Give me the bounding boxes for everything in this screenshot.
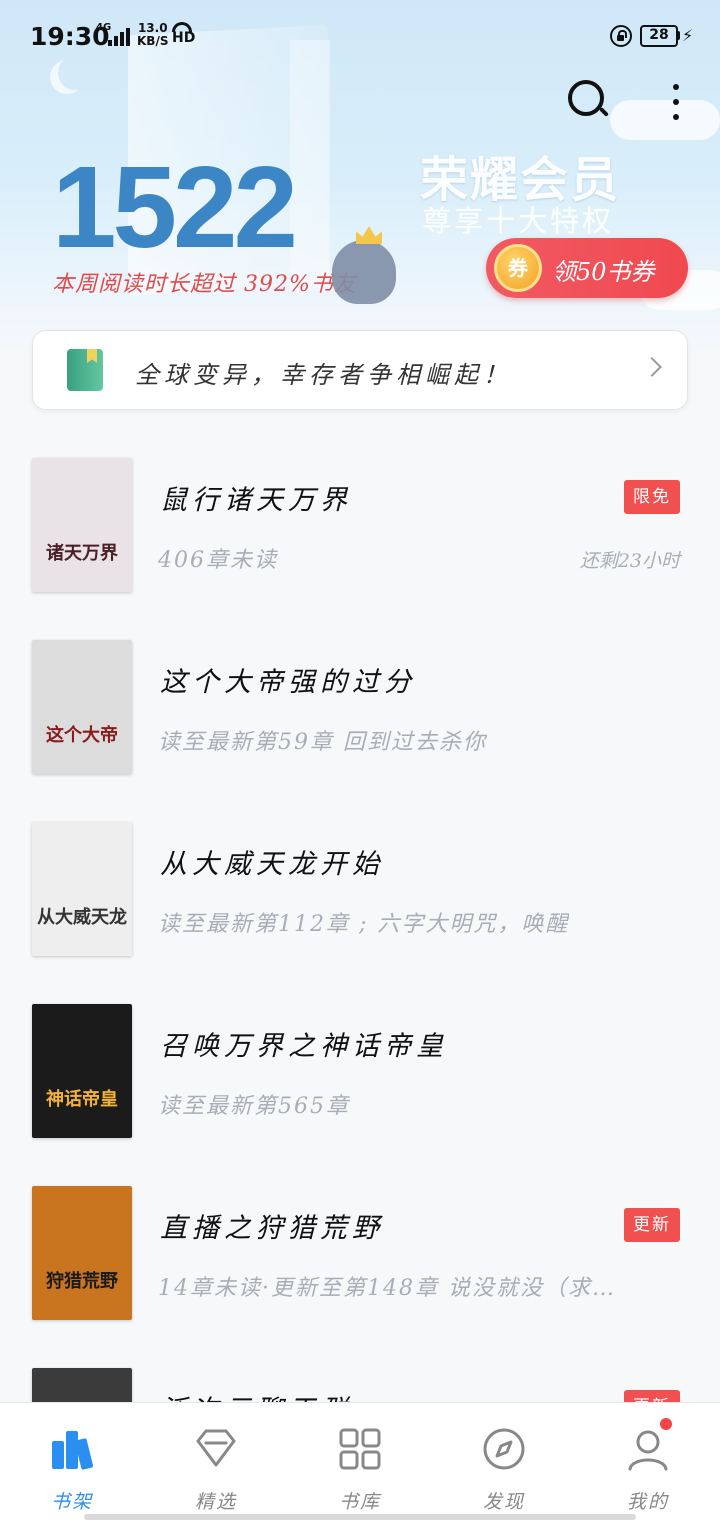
book-title: 直播之狩猎荒野 xyxy=(160,1213,384,1244)
time-remaining: 还剩23小时 xyxy=(579,550,680,572)
bottom-tab-bar: 书架 精选 书库 发现 我的 xyxy=(0,1402,720,1520)
bookshelf-icon xyxy=(52,1431,94,1470)
compass-icon xyxy=(483,1428,525,1470)
tab-label: 精选 xyxy=(194,1491,237,1513)
tab-label: 我的 xyxy=(626,1491,669,1513)
signal-icon xyxy=(108,28,132,46)
coupon-icon: 券 xyxy=(494,244,542,292)
hd-label: HD xyxy=(172,30,196,46)
book-cover-title: 诸天万界 xyxy=(46,543,118,564)
crown-icon xyxy=(356,226,382,244)
more-options-button[interactable] xyxy=(664,80,688,124)
claim-coupon-button[interactable]: 券 领50书券 xyxy=(486,238,688,298)
more-dot-icon xyxy=(673,84,679,90)
book-cover[interactable]: 神话帝皇 xyxy=(32,1004,132,1138)
book-status-badge: 限免 xyxy=(624,480,680,514)
book-status-badge: 更新 xyxy=(624,1208,680,1242)
book-cover[interactable]: 从大威天龙 xyxy=(32,822,132,956)
book-cover[interactable]: 这个大帝 xyxy=(32,640,132,774)
book-row[interactable]: 诸天万界 鼠行诸天万界 406章未读 限免还剩23小时 xyxy=(0,440,720,622)
book-cover[interactable]: 诸天万界 xyxy=(32,458,132,592)
book-cover-title: 狩猎荒野 xyxy=(46,1271,118,1292)
book-progress: 读至最新第565章 xyxy=(158,1094,350,1119)
book-row[interactable]: 从大威天龙 从大威天龙开始读至最新第112章 ; 六字大明咒，唤醒 xyxy=(0,804,720,986)
tab-label: 书库 xyxy=(338,1491,381,1513)
speed-unit: KB/S xyxy=(137,34,169,48)
tab-library[interactable]: 书库 xyxy=(288,1403,432,1520)
tab-featured[interactable]: 精选 xyxy=(144,1403,288,1520)
tab-discover[interactable]: 发现 xyxy=(432,1403,576,1520)
book-icon xyxy=(67,349,103,391)
book-cover-title: 从大威天龙 xyxy=(37,907,127,928)
chevron-right-icon xyxy=(642,357,662,377)
book-progress: 读至最新第59章 回到过去杀你 xyxy=(158,730,487,755)
book-title: 这个大帝强的过分 xyxy=(160,667,416,698)
book-title: 召唤万界之神话帝皇 xyxy=(160,1031,448,1062)
book-progress: 14章未读·更新至第148章 说没就没（求… xyxy=(158,1276,616,1301)
search-icon xyxy=(568,80,604,116)
tab-label: 书架 xyxy=(50,1491,93,1513)
coupon-label: 领50书券 xyxy=(552,258,655,286)
book-cover[interactable]: 狩猎荒野 xyxy=(32,1186,132,1320)
banner-text: 全球变异，幸存者争相崛起！ xyxy=(135,361,512,389)
charging-icon: ⚡ xyxy=(682,26,694,45)
book-title: 从大威天龙开始 xyxy=(160,849,384,880)
status-bar: 19:30 4G 13.0 KB/S HD 28 ⚡ xyxy=(0,0,720,72)
grid-icon xyxy=(339,1428,381,1470)
battery-level: 28 xyxy=(640,25,678,47)
vip-subtitle: 尊享十大特权 xyxy=(422,204,615,238)
home-indicator[interactable] xyxy=(84,1514,636,1520)
more-dot-icon xyxy=(673,114,679,120)
rotation-lock-icon xyxy=(610,25,632,47)
book-title: 鼠行诸天万界 xyxy=(160,485,352,516)
reading-stat-text: 本周阅读时长超过 392%书友 xyxy=(52,272,357,297)
weekly-reading-minutes[interactable]: 1522 xyxy=(52,140,298,274)
book-cover-title: 这个大帝 xyxy=(46,725,118,746)
tab-label: 发现 xyxy=(482,1491,525,1513)
book-row[interactable]: 神话帝皇 召唤万界之神话帝皇读至最新第565章 xyxy=(0,986,720,1168)
book-cover-title: 神话帝皇 xyxy=(46,1089,118,1110)
decorative-book-spine xyxy=(290,40,330,290)
notification-dot xyxy=(658,1416,674,1432)
diamond-icon xyxy=(196,1429,236,1467)
promo-banner[interactable]: 全球变异，幸存者争相崛起！ xyxy=(32,330,688,410)
tab-bookshelf[interactable]: 书架 xyxy=(0,1403,144,1520)
book-progress: 读至最新第112章 ; 六字大明咒，唤醒 xyxy=(158,912,570,937)
hd-voice-indicator: HD xyxy=(172,22,196,46)
book-progress: 406章未读 xyxy=(158,548,278,573)
book-row[interactable]: 这个大帝 这个大帝强的过分读至最新第59章 回到过去杀你 xyxy=(0,622,720,804)
battery-tip xyxy=(677,31,680,40)
tab-profile[interactable]: 我的 xyxy=(576,1403,720,1520)
search-icon-handle xyxy=(599,107,609,117)
book-row[interactable]: 狩猎荒野 直播之狩猎荒野 14章未读·更新至第148章 说没就没（求… 更新 xyxy=(0,1168,720,1350)
user-icon xyxy=(628,1430,668,1471)
search-button[interactable] xyxy=(566,78,610,122)
more-dot-icon xyxy=(673,99,679,105)
mascot-icon xyxy=(326,226,402,306)
network-speed: 13.0 KB/S xyxy=(137,22,168,48)
